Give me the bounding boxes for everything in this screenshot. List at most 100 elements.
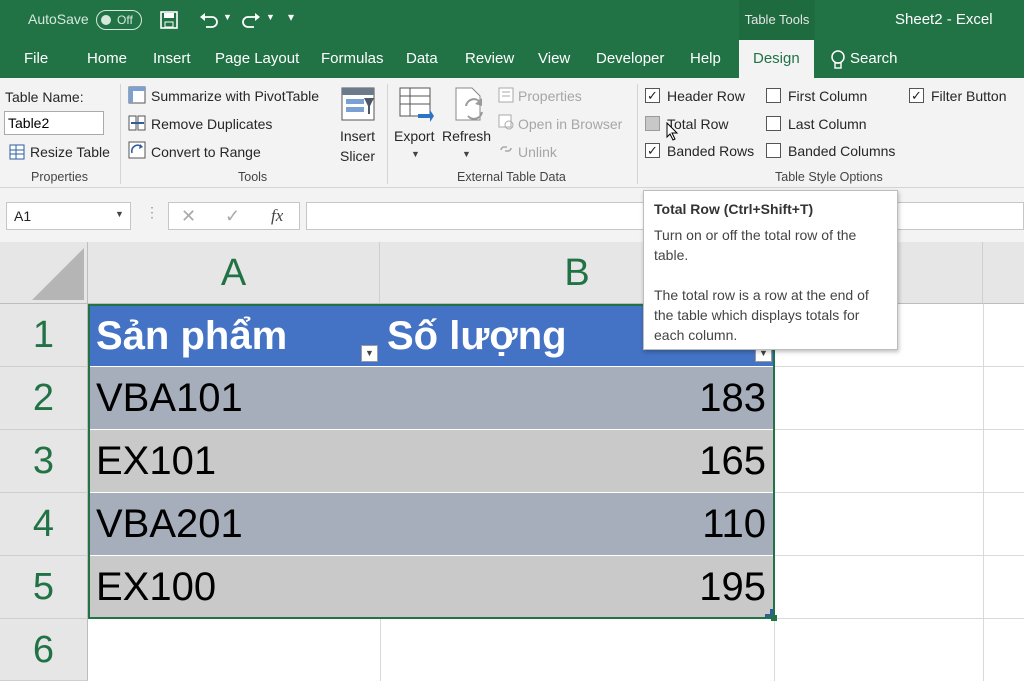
first-column-label[interactable]: First Column: [788, 88, 867, 104]
formula-buttons: ✕ ✓ fx: [168, 202, 300, 230]
tooltip-line-1: Turn on or off the total row of the tabl…: [654, 227, 857, 263]
row-header-6[interactable]: 6: [0, 619, 88, 681]
table-name-input[interactable]: [4, 111, 104, 135]
gridline: [775, 429, 1024, 430]
table-cell-a3[interactable]: EX101: [89, 430, 380, 493]
row-header-3[interactable]: 3: [0, 430, 88, 493]
tooltip-line-2: The total row is a row at the end of the…: [654, 287, 869, 343]
group-label-properties: Properties: [31, 170, 88, 184]
undo-icon[interactable]: [198, 11, 220, 29]
undo-dropdown-icon[interactable]: ▼: [223, 12, 232, 22]
open-in-browser-icon: [498, 114, 514, 130]
table-cell-a2[interactable]: VBA101: [89, 367, 380, 430]
tab-file[interactable]: File: [24, 40, 48, 78]
tooltip-title: Total Row (Ctrl+Shift+T): [654, 201, 814, 217]
resize-table-icon: [9, 144, 25, 160]
window-title: Sheet2 - Excel: [895, 11, 993, 28]
convert-to-range-button[interactable]: Convert to Range: [151, 144, 261, 160]
search-box[interactable]: Search: [850, 40, 898, 78]
open-in-browser-button[interactable]: Open in Browser: [518, 116, 622, 132]
tab-review[interactable]: Review: [465, 40, 514, 78]
tab-developer[interactable]: Developer: [596, 40, 664, 78]
tab-insert[interactable]: Insert: [153, 40, 191, 78]
row-header-1[interactable]: 1: [0, 304, 88, 367]
filter-button-label[interactable]: Filter Button: [931, 88, 1006, 104]
tab-help[interactable]: Help: [690, 40, 721, 78]
redo-dropdown-icon[interactable]: ▼: [266, 12, 275, 22]
insert-function-icon[interactable]: fx: [271, 206, 283, 226]
insert-slicer-label-2[interactable]: Slicer: [340, 148, 375, 164]
header-row-checkbox[interactable]: ✓: [645, 88, 660, 103]
table-cell-b4[interactable]: 110: [380, 493, 774, 556]
group-divider: [120, 84, 121, 184]
column-header-a[interactable]: A: [88, 242, 380, 304]
banded-columns-label[interactable]: Banded Columns: [788, 143, 895, 159]
refresh-dropdown-icon[interactable]: ▼: [462, 149, 471, 159]
ribbon-tabs: File Home Insert Page Layout Formulas Da…: [0, 40, 1024, 78]
save-icon[interactable]: [160, 11, 178, 29]
properties-button[interactable]: Properties: [518, 88, 582, 104]
gridline: [775, 555, 1024, 556]
column-header-d[interactable]: [983, 242, 1024, 304]
remove-duplicates-icon: [128, 115, 146, 131]
select-all-triangle-icon: [32, 248, 84, 300]
redo-icon[interactable]: [240, 11, 262, 29]
table-cell-a4[interactable]: VBA201: [89, 493, 380, 556]
row-header-2[interactable]: 2: [0, 367, 88, 430]
tab-page-layout[interactable]: Page Layout: [215, 40, 299, 78]
resize-table-button[interactable]: Resize Table: [30, 144, 110, 160]
banded-rows-label[interactable]: Banded Rows: [667, 143, 754, 159]
row-header-4[interactable]: 4: [0, 493, 88, 556]
cancel-icon[interactable]: ✕: [181, 206, 196, 227]
customize-qat-icon[interactable]: ▾: [288, 10, 294, 24]
tab-home[interactable]: Home: [87, 40, 127, 78]
table-tools-context: Table Tools: [739, 0, 815, 40]
toggle-knob: [101, 15, 111, 25]
refresh-button[interactable]: Refresh: [442, 128, 491, 144]
ribbon: Table Name: Resize Table Properties Summ…: [0, 78, 1024, 188]
gridline: [775, 366, 1024, 367]
group-label-tools: Tools: [238, 170, 268, 184]
name-box[interactable]: A1 ▼: [6, 202, 131, 230]
properties-icon: [498, 87, 514, 103]
tab-data[interactable]: Data: [406, 40, 438, 78]
summarize-pivottable-button[interactable]: Summarize with PivotTable: [151, 88, 319, 104]
export-dropdown-icon[interactable]: ▼: [411, 149, 420, 159]
filter-button-checkbox[interactable]: ✓: [909, 88, 924, 103]
title-bar: AutoSave Off ▼ ▼ ▾ Table Tools Sheet2 - …: [0, 0, 1024, 40]
group-divider: [387, 84, 388, 184]
first-column-checkbox[interactable]: [766, 88, 781, 103]
enter-icon[interactable]: ✓: [225, 206, 240, 227]
header-row-label[interactable]: Header Row: [667, 88, 745, 104]
refresh-icon: [455, 87, 483, 121]
select-all-corner[interactable]: [0, 242, 88, 304]
table-cell-b3[interactable]: 165: [380, 430, 774, 493]
table-cell-b5[interactable]: 195: [380, 556, 774, 619]
tab-view[interactable]: View: [538, 40, 570, 78]
export-button[interactable]: Export: [394, 128, 434, 144]
total-row-checkbox[interactable]: [645, 116, 660, 131]
group-label-external-data: External Table Data: [457, 170, 566, 184]
table-cell-a5[interactable]: EX100: [89, 556, 380, 619]
gridline: [380, 619, 381, 681]
insert-slicer-label-1[interactable]: Insert: [340, 128, 375, 144]
total-row-tooltip: Total Row (Ctrl+Shift+T) Turn on or off …: [643, 190, 898, 350]
last-column-checkbox[interactable]: [766, 116, 781, 131]
more-options-icon: ⋮: [145, 204, 159, 220]
unlink-button[interactable]: Unlink: [518, 144, 557, 160]
banded-columns-checkbox[interactable]: [766, 143, 781, 158]
last-column-label[interactable]: Last Column: [788, 116, 867, 132]
table-cell-b2[interactable]: 183: [380, 367, 774, 430]
row-header-5[interactable]: 5: [0, 556, 88, 619]
name-box-dropdown-icon[interactable]: ▼: [115, 209, 124, 219]
banded-rows-checkbox[interactable]: ✓: [645, 143, 660, 158]
table-header-cell-a1[interactable]: Sản phẩm: [89, 305, 380, 367]
unlink-icon: [500, 146, 512, 152]
filter-dropdown-icon[interactable]: ▼: [361, 345, 378, 362]
tab-design[interactable]: Design: [739, 40, 814, 78]
remove-duplicates-button[interactable]: Remove Duplicates: [151, 116, 272, 132]
autosave-toggle[interactable]: Off: [96, 10, 142, 30]
tab-formulas[interactable]: Formulas: [321, 40, 384, 78]
gridline: [775, 492, 1024, 493]
fill-handle[interactable]: [771, 615, 777, 621]
